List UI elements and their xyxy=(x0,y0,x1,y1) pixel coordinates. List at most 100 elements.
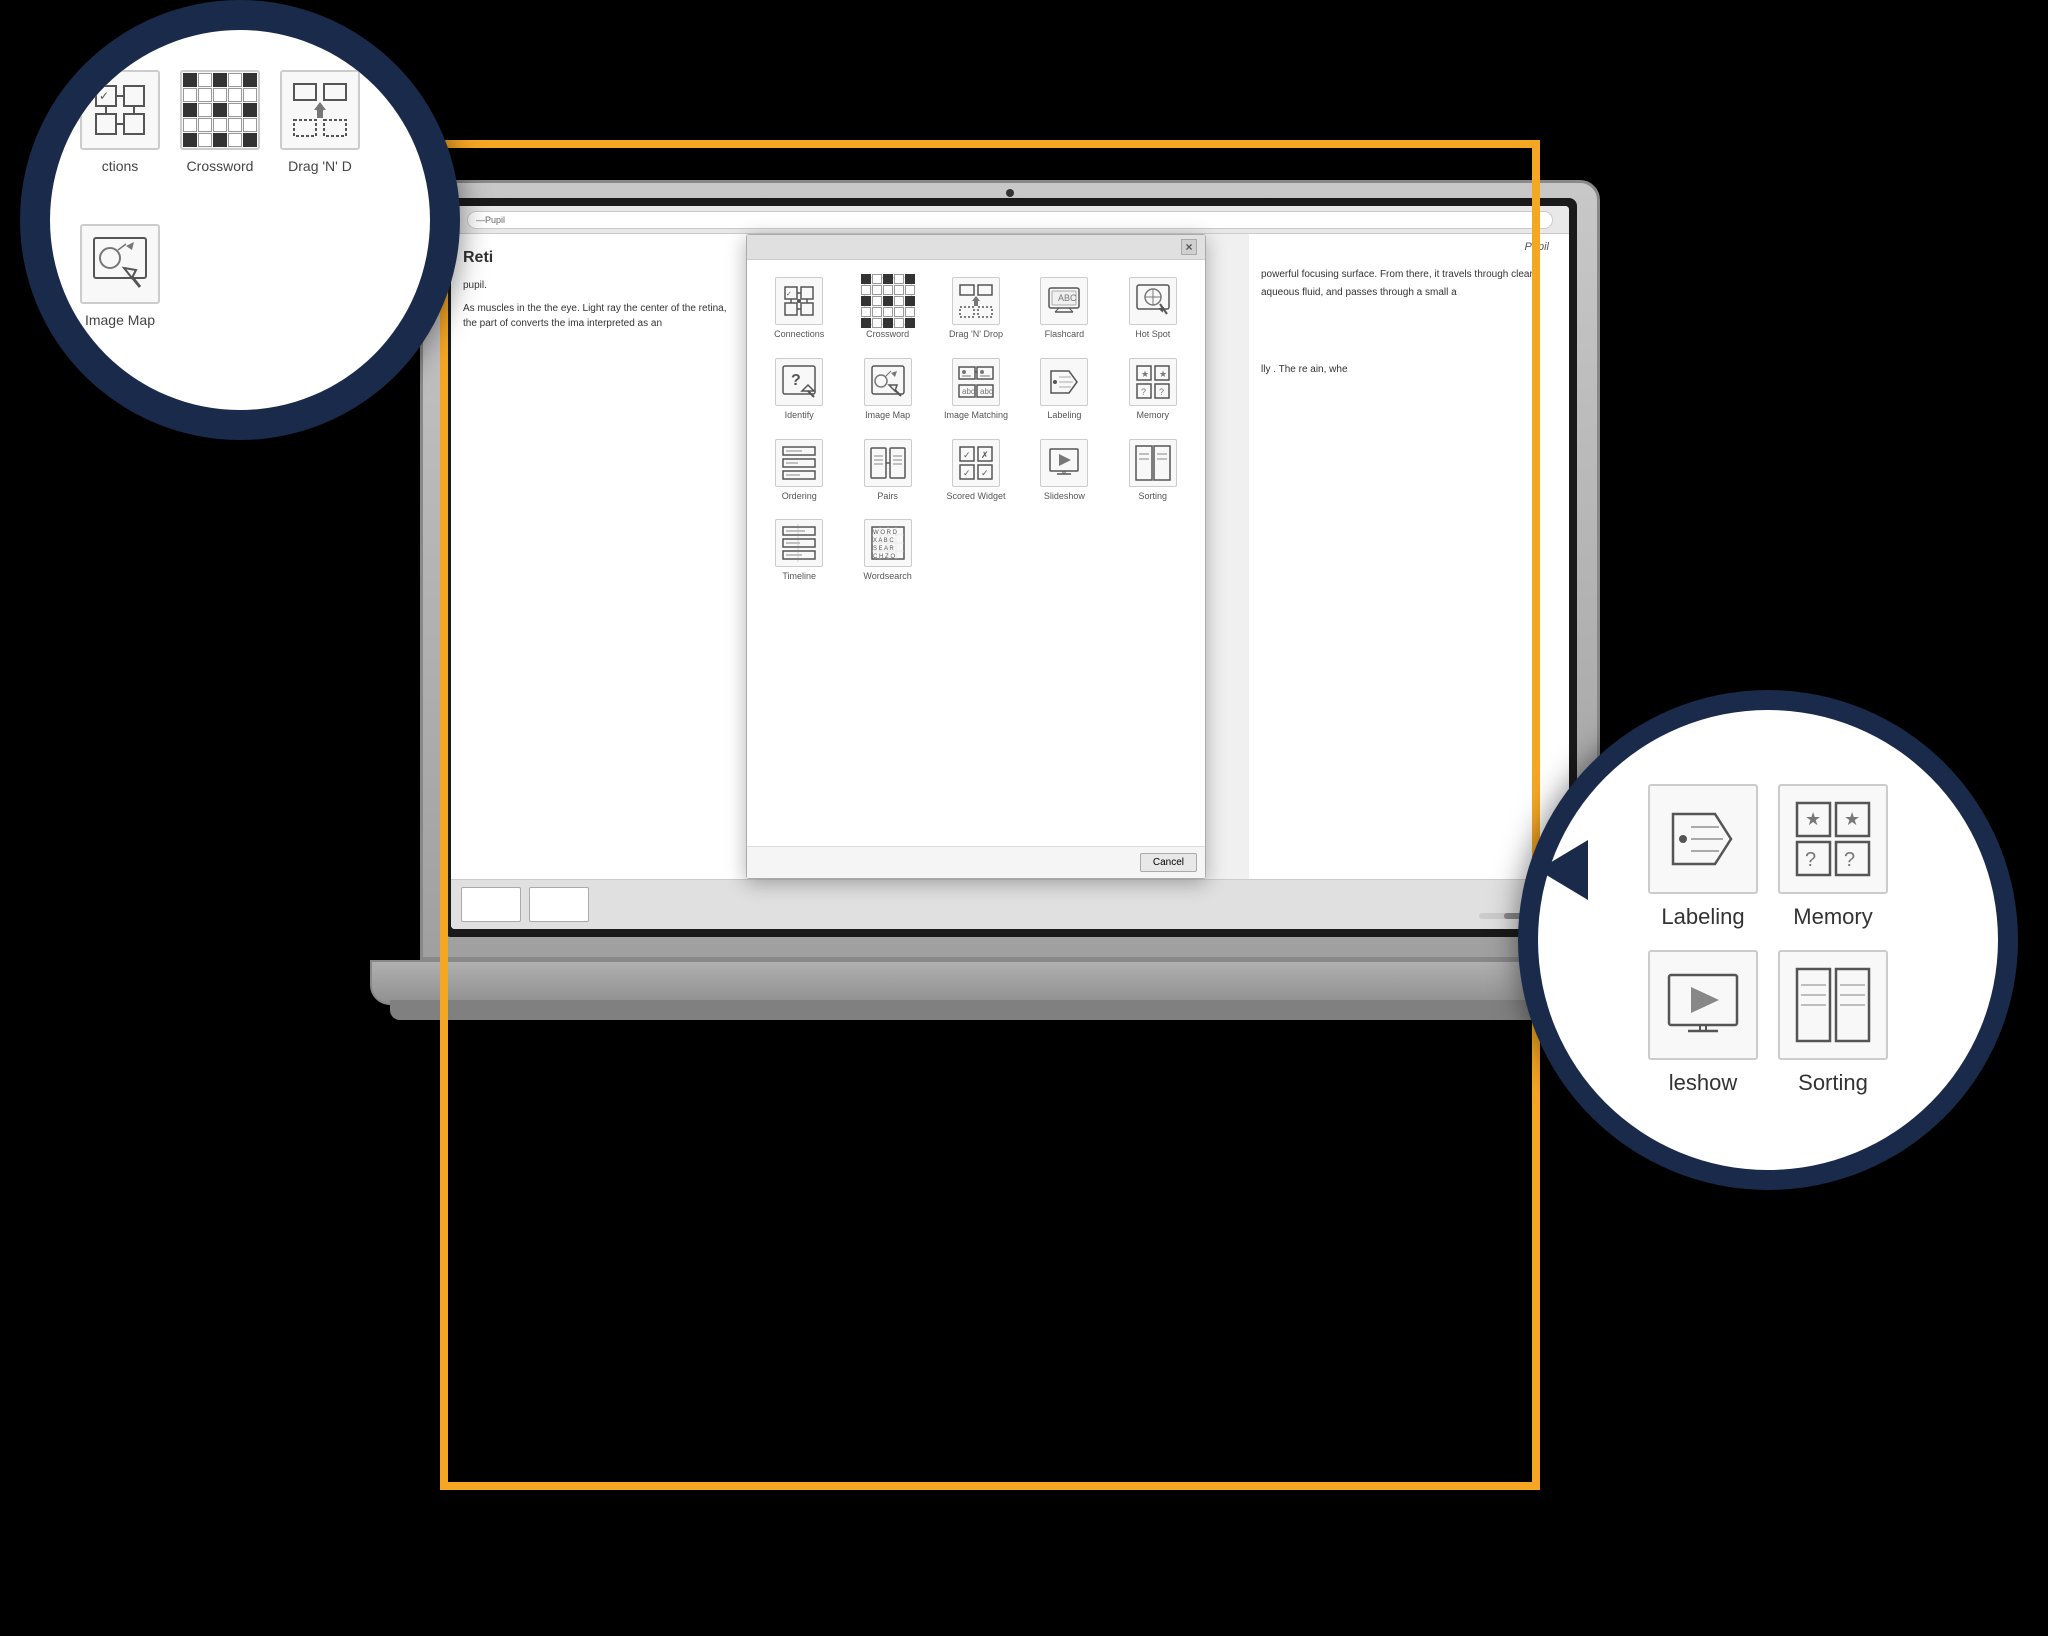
widget-item-sorting[interactable]: Sorting xyxy=(1111,432,1195,509)
widget-thumb-2 xyxy=(529,887,589,922)
zoom-left-spacer2 xyxy=(180,194,260,204)
laptop-base xyxy=(370,960,1650,1005)
zoom-right-item-slideshow: leshow xyxy=(1648,950,1758,1096)
screen-bottom-bar xyxy=(451,879,1569,929)
zoom-left-item-connections: ✓ ctions xyxy=(80,70,160,174)
right-body2: lly . The re ain, whe xyxy=(1261,362,1557,378)
widget-item-connections[interactable]: ✓ Connections xyxy=(757,270,841,347)
zoom-circle-left-inner: ✓ ctions xyxy=(50,30,430,410)
svg-text:X A B C: X A B C xyxy=(873,538,894,544)
connections-label: Connections xyxy=(774,329,824,340)
scoredwidget-icon: ✓ ✗ ✓ ✓ xyxy=(952,439,1000,487)
svg-text:★: ★ xyxy=(1844,809,1860,829)
close-icon: × xyxy=(1185,240,1192,254)
svg-text:?: ? xyxy=(1141,387,1146,397)
svg-text:★: ★ xyxy=(1805,809,1821,829)
zoom-crossword-label: Crossword xyxy=(187,158,254,174)
timeline-icon xyxy=(775,519,823,567)
dragndrop-icon xyxy=(952,277,1000,325)
widget-item-hotspot[interactable]: Hot Spot xyxy=(1111,270,1195,347)
zoom-circle-right-inner: Labeling ★ ★ ? ? Memory xyxy=(1538,710,1998,1170)
widget-item-crossword[interactable]: Crossword xyxy=(845,270,929,347)
cancel-button[interactable]: Cancel xyxy=(1140,853,1197,872)
widget-item-imagematching[interactable]: abc abc Image Matching xyxy=(934,351,1018,428)
widget-item-ordering[interactable]: Ordering xyxy=(757,432,841,509)
zoom-sorting-label: Sorting xyxy=(1798,1070,1868,1096)
sorting-label: Sorting xyxy=(1139,491,1168,502)
svg-text:abc: abc xyxy=(980,387,993,396)
screen-left-text: Reti pupil. As muscles in the the eye. L… xyxy=(451,234,751,929)
widget-thumb-1 xyxy=(461,887,521,922)
url-text: —Pupil xyxy=(476,215,505,225)
dialog-grid: ✓ Connections xyxy=(747,260,1205,599)
widget-item-imagemap[interactable]: Image Map xyxy=(845,351,929,428)
laptop-base-bottom xyxy=(390,1000,1630,1020)
sorting-icon xyxy=(1129,439,1177,487)
zoom-slideshow-icon xyxy=(1648,950,1758,1060)
zoom-right-content: Labeling ★ ★ ? ? Memory xyxy=(1618,754,1918,1126)
bottom-widget-preview xyxy=(461,887,589,922)
zoom-circle-right: Labeling ★ ★ ? ? Memory xyxy=(1518,690,2018,1190)
zoom-left-item-imagemap: Image Map xyxy=(80,224,160,328)
imagematching-icon: abc abc xyxy=(952,358,1000,406)
through-text: through xyxy=(1474,269,1508,280)
widget-item-memory[interactable]: ★ ★ ? ? Memory xyxy=(1111,351,1195,428)
zoom-labeling-icon xyxy=(1648,784,1758,894)
laptop-screen-bezel: —Pupil Reti pupil. As muscles in the the… xyxy=(443,198,1577,937)
flashcard-icon: ABC xyxy=(1040,277,1088,325)
svg-text:abc: abc xyxy=(962,387,975,396)
screen-right-text: Pupil powerful focusing surface. From th… xyxy=(1249,234,1569,929)
zoom-imagemap-label: Image Map xyxy=(85,312,155,328)
zoom-left-content: ✓ ctions xyxy=(60,50,380,348)
widget-item-labeling[interactable]: Labeling xyxy=(1022,351,1106,428)
screen-url-bar[interactable]: —Pupil xyxy=(467,211,1553,229)
svg-text:★: ★ xyxy=(1159,369,1167,379)
zoom-connections-icon: ✓ xyxy=(80,70,160,150)
widget-item-timeline[interactable]: Timeline xyxy=(757,512,841,589)
zoom-right-item-labeling: Labeling xyxy=(1648,784,1758,930)
pairs-label: Pairs xyxy=(877,491,898,502)
screen-content: —Pupil Reti pupil. As muscles in the the… xyxy=(451,206,1569,929)
imagemap-icon xyxy=(864,358,912,406)
labeling-icon xyxy=(1040,358,1088,406)
labeling-label: Labeling xyxy=(1047,410,1081,421)
widget-item-identify[interactable]: ? Identify xyxy=(757,351,841,428)
screen-heading: Reti xyxy=(463,246,739,270)
screen-topbar: —Pupil xyxy=(451,206,1569,234)
imagemap-label: Image Map xyxy=(865,410,910,421)
pupil-label: Pupil xyxy=(1525,239,1549,257)
connections-icon: ✓ xyxy=(775,277,823,325)
timeline-label: Timeline xyxy=(782,571,816,582)
zoom-left-item-crossword: Crossword xyxy=(180,70,260,174)
identify-icon: ? xyxy=(775,358,823,406)
widget-item-scoredwidget[interactable]: ✓ ✗ ✓ ✓ Scored Widget xyxy=(934,432,1018,509)
svg-text:✓: ✓ xyxy=(99,89,109,103)
screen-body1: pupil. xyxy=(463,278,739,293)
svg-text:★: ★ xyxy=(1141,369,1149,379)
pairs-icon xyxy=(864,439,912,487)
laptop-camera xyxy=(1006,189,1014,197)
zoom-imagemap-icon xyxy=(80,224,160,304)
widget-item-dragndrop[interactable]: Drag 'N' Drop xyxy=(934,270,1018,347)
crossword-icon xyxy=(864,277,912,325)
crossword-label: Crossword xyxy=(866,329,909,340)
svg-text:?: ? xyxy=(1159,387,1164,397)
svg-text:✓: ✓ xyxy=(786,291,792,298)
widget-item-slideshow[interactable]: Slideshow xyxy=(1022,432,1106,509)
svg-text:✓: ✓ xyxy=(963,450,971,460)
dialog-close-button[interactable]: × xyxy=(1181,239,1197,255)
zoom-crossword-icon xyxy=(180,70,260,150)
slideshow-label: Slideshow xyxy=(1044,491,1085,502)
widget-item-pairs[interactable]: Pairs xyxy=(845,432,929,509)
zoom-circle-left: ✓ ctions xyxy=(20,0,460,440)
wordsearch-label: Wordsearch xyxy=(863,571,911,582)
svg-text:✗: ✗ xyxy=(981,450,989,460)
laptop-shell: —Pupil Reti pupil. As muscles in the the… xyxy=(420,180,1600,960)
laptop-screen: —Pupil Reti pupil. As muscles in the the… xyxy=(451,206,1569,929)
widget-item-wordsearch[interactable]: W O R D X A B C S E A R C H Z Q Wordsear… xyxy=(845,512,929,589)
memory-icon: ★ ★ ? ? xyxy=(1129,358,1177,406)
widget-item-flashcard[interactable]: ABC Flashcard xyxy=(1022,270,1106,347)
hotspot-label: Hot Spot xyxy=(1135,329,1170,340)
ordering-icon xyxy=(775,439,823,487)
zoom-memory-label: Memory xyxy=(1793,904,1872,930)
